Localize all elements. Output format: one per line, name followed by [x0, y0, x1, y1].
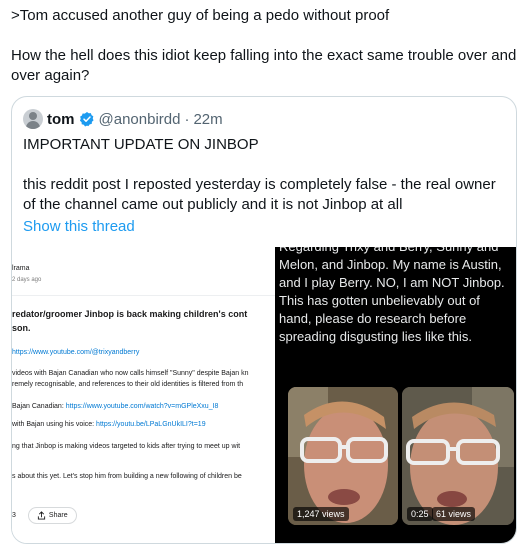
quoted-tweet-body: IMPORTANT UPDATE ON JINBOP this reddit p…	[23, 135, 503, 215]
reddit-text-line-5: ng that Jinbop is making videos targeted…	[12, 443, 241, 450]
author-handle[interactable]: @anonbirdd	[99, 111, 181, 128]
thumb-1-views: 1,247 views	[293, 507, 349, 521]
reddit-subreddit: lrama	[12, 265, 30, 272]
person-face-image	[402, 387, 514, 525]
reddit-link-1: https://www.youtube.com/@trixyandberry	[12, 349, 140, 356]
reddit-title-line-1: redator/groomer Jinbop is back making ch…	[12, 309, 248, 319]
reddit-action-bar: 3 Share	[12, 505, 77, 525]
reddit-text-line-6: s about this yet. Let's stop him from bu…	[12, 473, 242, 480]
show-thread-link[interactable]: Show this thread	[23, 218, 135, 235]
video-statement-screenshot[interactable]: Regarding Trixy and Berry, Sunny and Mel…	[275, 247, 516, 543]
reddit-line-4-label: with Bajan using his voice:	[12, 421, 97, 428]
reddit-text-line-2: remely recognisable, and references to t…	[12, 381, 244, 388]
reddit-screenshot-image[interactable]: lrama 2 days ago redator/groomer Jinbop …	[12, 247, 275, 543]
reddit-divider	[12, 295, 275, 296]
quoted-tweet-header: tom @anonbirdd · 22m	[23, 109, 223, 129]
post-text: >Tom accused another guy of being a pedo…	[11, 6, 517, 86]
person-face-image	[288, 387, 398, 525]
verified-badge-icon	[79, 112, 94, 127]
thumb-2-duration: 0:25	[407, 507, 433, 521]
reddit-share-label: Share	[48, 511, 68, 519]
reddit-text-line-3: Bajan Canadian: https://www.youtube.com/…	[12, 403, 218, 410]
reddit-line-3-label: Bajan Canadian:	[12, 403, 66, 410]
video-thumbnail-1: 1,247 views	[288, 387, 398, 525]
reddit-count: 3	[12, 511, 16, 519]
quoted-tweet[interactable]: tom @anonbirdd · 22m IMPORTANT UPDATE ON…	[11, 96, 517, 544]
quoted-body-line-2: this reddit post I reposted yesterday is…	[23, 176, 496, 213]
reddit-line-4-link: https://youtu.be/LPaLGnUkILI?t=19	[96, 421, 206, 428]
media-container[interactable]: lrama 2 days ago redator/groomer Jinbop …	[12, 247, 516, 543]
reddit-text-line-4: with Bajan using his voice: https://yout…	[12, 421, 206, 428]
timestamp[interactable]: 22m	[193, 111, 222, 128]
separator-dot: ·	[184, 110, 190, 128]
author-name[interactable]: tom	[47, 111, 75, 128]
reddit-share-button: Share	[27, 506, 77, 524]
avatar[interactable]	[23, 109, 43, 129]
reddit-text-line-1: videos with Bajan Canadian who now calls…	[12, 370, 249, 377]
post-line-2: How the hell does this idiot keep fallin…	[11, 47, 517, 84]
quoted-body-line-1: IMPORTANT UPDATE ON JINBOP	[23, 136, 259, 153]
reddit-line-3-link: https://www.youtube.com/watch?v=mGPleXxu…	[65, 403, 219, 410]
reddit-post-age: 2 days ago	[12, 277, 42, 283]
thumb-2-views: 61 views	[432, 507, 476, 521]
video-statement-text: Regarding Trixy and Berry, Sunny and Mel…	[279, 247, 505, 344]
post-line-1: >Tom accused another guy of being a pedo…	[11, 7, 390, 24]
reddit-title-line-2: son.	[12, 323, 31, 333]
share-icon	[37, 510, 46, 520]
video-thumbnail-2: 0:25 61 views	[402, 387, 514, 525]
